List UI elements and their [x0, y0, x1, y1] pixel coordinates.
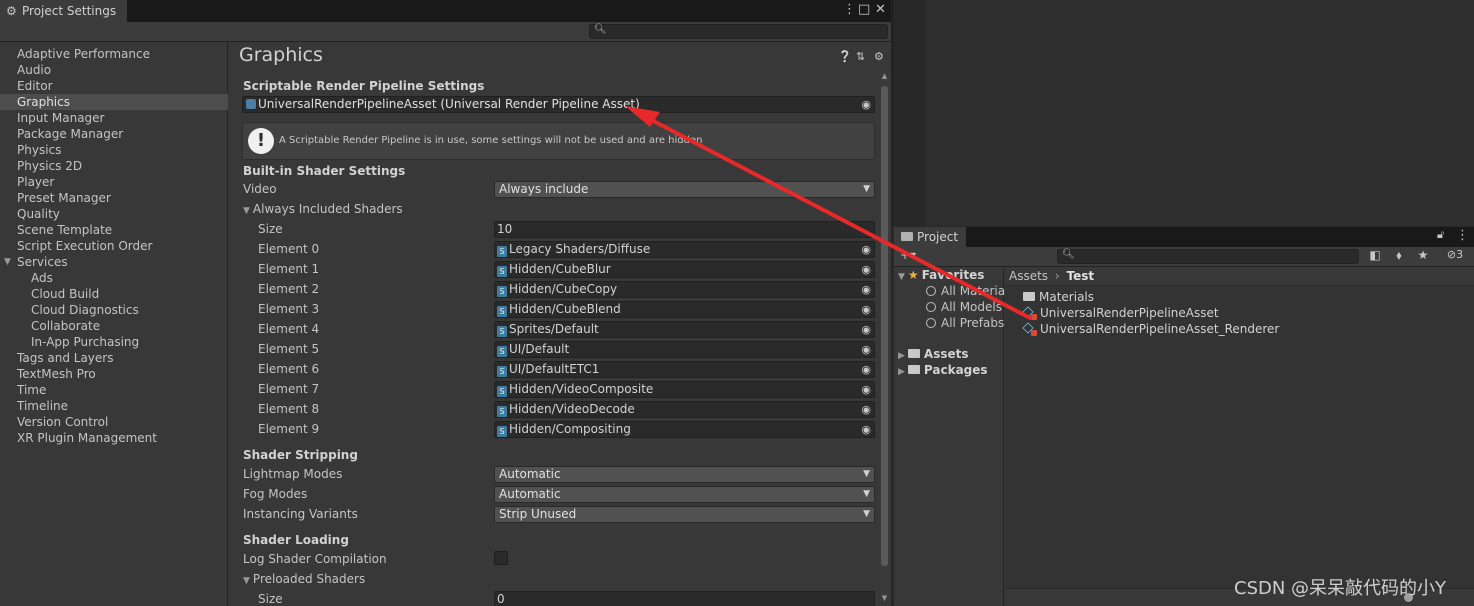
watermark: CSDN @呆呆敲代码的小Y [1234, 578, 1447, 599]
annotation-arrow [625, 106, 1032, 320]
arrow-shaft [638, 112, 1032, 320]
